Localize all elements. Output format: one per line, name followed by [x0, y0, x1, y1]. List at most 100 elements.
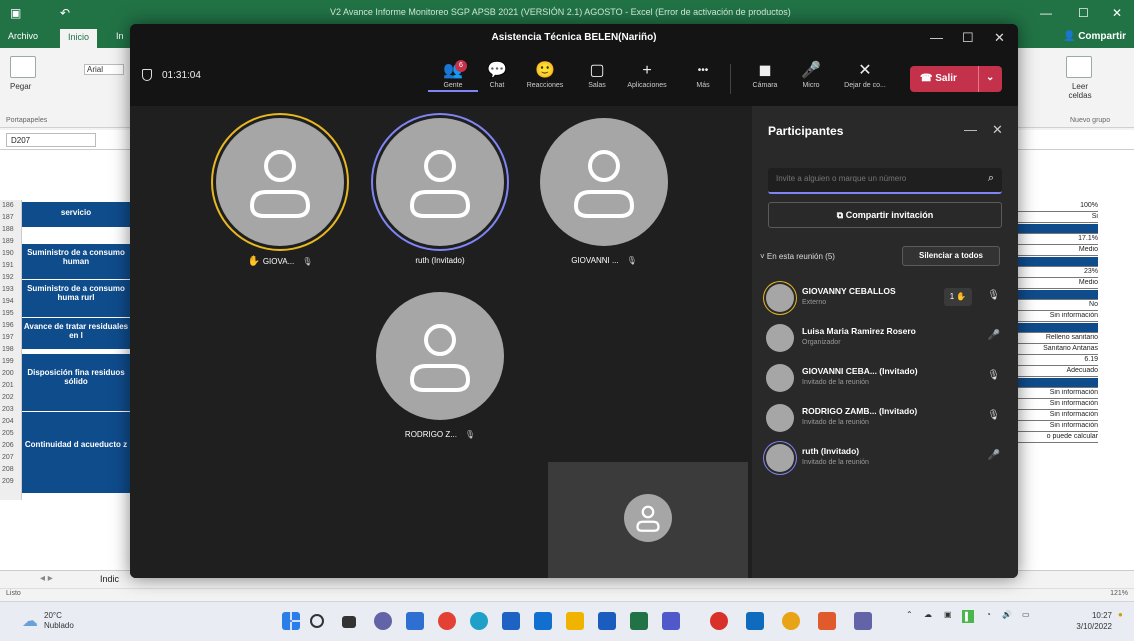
row-number[interactable]: 193	[2, 286, 14, 293]
mail-icon[interactable]	[534, 612, 552, 630]
value-cell[interactable]: Medio	[1018, 279, 1098, 289]
notification-icon[interactable]: ●	[1118, 610, 1123, 619]
toolbar-rooms-button[interactable]: ▢ Salas	[572, 60, 622, 89]
mic-icon[interactable]: 🎤	[988, 330, 1000, 341]
blue-cell[interactable]: Avance de tratar residuales en l	[22, 318, 130, 350]
participant-row[interactable]: Luisa Maria Ramirez Rosero Organizador 🎤	[760, 320, 1008, 358]
row-number[interactable]: 192	[2, 274, 14, 281]
muted-mic-icon[interactable]: 🎙	[987, 410, 1000, 421]
value-cell[interactable]: Sin información	[1018, 422, 1098, 432]
teams-chat-icon[interactable]	[374, 612, 392, 630]
row-number[interactable]: 195	[2, 310, 14, 317]
value-cell[interactable]: Si	[1018, 213, 1098, 223]
participant-tile[interactable]: ruth (Invitado)	[370, 118, 510, 278]
blue-cell[interactable]: Suministro de a consumo huma rurl	[22, 280, 130, 318]
mute-all-button[interactable]: Silenciar a todos	[902, 246, 1000, 266]
store-icon[interactable]	[502, 612, 520, 630]
wifi-icon[interactable]: ◔	[986, 610, 991, 619]
volume-icon[interactable]: 🔊	[1002, 610, 1012, 619]
search-icon[interactable]	[310, 614, 324, 628]
teams-icon[interactable]	[662, 612, 680, 630]
folder-icon[interactable]	[566, 612, 584, 630]
row-number[interactable]: 200	[2, 370, 14, 377]
namebox[interactable]: D207	[6, 133, 96, 147]
row-number[interactable]: 205	[2, 430, 14, 437]
participant-tile[interactable]: RODRIGO Z... 🎙	[370, 292, 510, 452]
tray-chevron-icon[interactable]: ⌃	[906, 610, 913, 619]
toolbar-apps-button[interactable]: + Aplicaciones	[622, 60, 672, 89]
tray-app-icon[interactable]: ▣	[944, 610, 952, 619]
muted-mic-icon[interactable]: 🎙	[987, 290, 1000, 301]
row-number[interactable]: 202	[2, 394, 14, 401]
blue-cell[interactable]: servicio	[22, 202, 130, 228]
battery-icon[interactable]: ▭	[1022, 610, 1030, 619]
panel-close-icon[interactable]: ✕	[992, 122, 1003, 138]
panel-minimize-icon[interactable]: —	[964, 122, 977, 137]
close-icon[interactable]: ✕	[994, 30, 1005, 46]
toolbar-chat-button[interactable]: 💬 Chat	[472, 60, 522, 89]
value-cell[interactable]: 17.1%	[1018, 235, 1098, 245]
row-number[interactable]: 187	[2, 214, 14, 221]
value-cell[interactable]: Relleno sanitario	[1018, 334, 1098, 344]
acrobat-icon[interactable]	[710, 612, 728, 630]
windows-start-icon[interactable]	[282, 612, 300, 630]
row-number[interactable]: 201	[2, 382, 14, 389]
clock[interactable]: 10:27 3/10/2022	[1076, 610, 1112, 632]
app-icon[interactable]	[818, 612, 836, 630]
paint-icon[interactable]	[782, 612, 800, 630]
share-invite-button[interactable]: ⧉ Compartir invitación	[768, 202, 1002, 228]
excel-icon[interactable]	[630, 612, 648, 630]
participant-tile[interactable]: ✋ GIOVA... 🎙	[210, 118, 350, 278]
minimize-icon[interactable]: —	[1040, 6, 1052, 20]
close-icon[interactable]: ✕	[1112, 6, 1122, 20]
tab-archivo[interactable]: Archivo	[8, 31, 38, 41]
value-cell[interactable]: 6.19	[1018, 356, 1098, 366]
value-cell[interactable]: 23%	[1018, 268, 1098, 278]
row-number[interactable]: 190	[2, 250, 14, 257]
weather-widget[interactable]: ☁ 20°C Nublado	[22, 611, 74, 631]
row-number[interactable]: 188	[2, 226, 14, 233]
toolbar-reactions-button[interactable]: 🙂 Reacciones	[520, 60, 570, 89]
tray-teams-icon[interactable]: ▌	[962, 610, 974, 623]
in-meeting-section[interactable]: ˅ En esta reunión (5)	[760, 252, 835, 261]
outlook-icon[interactable]	[746, 612, 764, 630]
search-input[interactable]	[776, 174, 966, 183]
participant-row[interactable]: GIOVANNI CEBA... (Invitado) Invitado de …	[760, 360, 1008, 398]
mic-icon[interactable]: 🎤	[988, 450, 1000, 461]
search-icon[interactable]: ⌕	[988, 172, 994, 185]
row-number[interactable]: 204	[2, 418, 14, 425]
value-cell[interactable]: 100%	[1018, 202, 1098, 212]
value-cell[interactable]: Medio	[1018, 246, 1098, 256]
row-number[interactable]: 189	[2, 238, 14, 245]
save-icon[interactable]: ▣	[10, 6, 21, 20]
font-name-box[interactable]: Arial	[84, 64, 124, 75]
row-number[interactable]: 208	[2, 466, 14, 473]
maximize-icon[interactable]: ☐	[962, 30, 974, 46]
value-cell[interactable]	[1018, 224, 1098, 234]
participant-row[interactable]: ruth (Invitado) Invitado de la reunión 🎤	[760, 440, 1008, 478]
row-number[interactable]: 209	[2, 478, 14, 485]
maximize-icon[interactable]: ☐	[1078, 6, 1089, 20]
row-number[interactable]: 186	[2, 202, 14, 209]
undo-icon[interactable]: ↶	[60, 6, 70, 20]
toolbar-mic-button[interactable]: 🎤 Micro	[786, 60, 836, 89]
row-number[interactable]: 199	[2, 358, 14, 365]
row-number[interactable]: 197	[2, 334, 14, 341]
task-view-icon[interactable]	[342, 616, 356, 628]
toolbar-camera-button[interactable]: ◼ Cámara	[740, 60, 790, 89]
value-cell[interactable]	[1018, 323, 1098, 333]
tab-insertar[interactable]: In	[116, 31, 124, 41]
chrome-icon[interactable]	[438, 612, 456, 630]
muted-mic-icon[interactable]: 🎙	[987, 370, 1000, 381]
value-cell[interactable]	[1018, 378, 1098, 388]
toolbar-more-button[interactable]: ••• Más	[678, 60, 728, 89]
sheet-tab[interactable]: Indic	[100, 574, 119, 584]
share-button[interactable]: 👤 Compartir	[1063, 31, 1126, 42]
value-cell[interactable]: o puede calcular	[1018, 433, 1098, 443]
value-cell[interactable]	[1018, 257, 1098, 267]
minimize-icon[interactable]: —	[930, 30, 943, 45]
row-number[interactable]: 207	[2, 454, 14, 461]
blue-cell[interactable]: Disposición fina residuos sólido	[22, 354, 130, 412]
value-cell[interactable]: Sin información	[1018, 312, 1098, 322]
tab-inicio[interactable]: Inicio	[60, 29, 98, 48]
